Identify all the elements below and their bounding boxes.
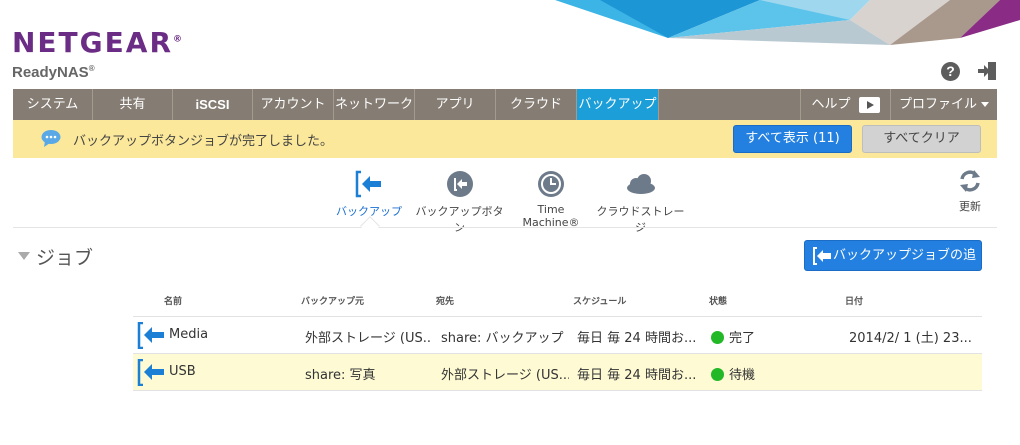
nav-profile-label: プロファイル	[898, 97, 977, 112]
nav-shares[interactable]: 共有	[93, 89, 173, 120]
add-backup-job-button[interactable]: バックアップジョブの追加	[804, 240, 982, 292]
brand-mark: ®	[173, 34, 182, 45]
nav-backup[interactable]: バックアップ	[577, 89, 659, 120]
tab-time-machine[interactable]: Time Machine®	[510, 170, 592, 229]
notification-bar: バックアップボタンジョブが完了しました。 すべて表示 (11) すべてクリア	[13, 120, 997, 158]
job-status: 待機	[711, 364, 839, 383]
logout-icon[interactable]	[976, 60, 998, 82]
speech-bubble-icon	[41, 130, 61, 147]
cloud-storage-icon	[626, 174, 655, 194]
table-row[interactable]: USB share: 写真 外部ストレージ (US... 毎日 毎 24 時間お…	[133, 354, 982, 391]
collapse-triangle-icon	[18, 251, 30, 260]
job-status-label: 完了	[729, 331, 756, 346]
nav-accounts[interactable]: アカウント	[253, 89, 334, 120]
table-row[interactable]: Media 外部ストレージ (US... share: バックアップ 毎日 毎 …	[133, 317, 982, 354]
nav-spacer	[659, 89, 801, 120]
product-mark: ®	[88, 64, 95, 73]
backup-add-icon	[813, 247, 831, 265]
netgear-logo: NETGEAR®	[12, 26, 182, 59]
col-header-source[interactable]: バックアップ元	[301, 294, 364, 307]
nav-iscsi[interactable]: iSCSI	[173, 89, 253, 120]
help-circle-icon[interactable]: ?	[941, 62, 960, 81]
nav-network[interactable]: ネットワーク	[334, 89, 415, 120]
nav-system[interactable]: システム	[13, 89, 93, 120]
chevron-down-icon	[981, 102, 989, 107]
nav-apps[interactable]: アプリ	[415, 89, 496, 120]
status-ok-dot-icon	[711, 331, 724, 344]
backup-job-icon	[137, 322, 164, 349]
job-date: 2014/2/ 1 (土) 23...	[849, 331, 972, 346]
tab-cloud-storage-label: クラウドストレージ	[596, 205, 685, 234]
job-status: 完了	[711, 327, 839, 346]
show-all-button[interactable]: すべて表示 (11)	[733, 125, 852, 153]
col-header-destination[interactable]: 宛先	[436, 294, 454, 307]
job-source: 外部ストレージ (US...	[305, 331, 431, 346]
backup-job-icon	[137, 359, 164, 386]
backup-icon	[355, 170, 381, 198]
time-machine-icon	[538, 171, 564, 197]
jobs-table-header: 名前 バックアップ元 宛先 スケジュール 状態 日付	[133, 288, 982, 317]
job-name: Media	[169, 327, 209, 342]
tab-backup[interactable]: バックアップ	[336, 170, 402, 219]
tabs-divider	[13, 227, 997, 228]
tab-backup-button-label: バックアップボタン	[415, 205, 504, 234]
status-ok-dot-icon	[711, 368, 724, 381]
tab-backup-button[interactable]: バックアップボタン	[412, 170, 507, 235]
jobs-section-header[interactable]: ジョブ	[18, 243, 93, 270]
job-status-label: 待機	[729, 368, 756, 383]
brand-name: NETGEAR	[12, 26, 173, 59]
tab-cloud-storage[interactable]: クラウドストレージ	[593, 170, 688, 235]
nav-cloud[interactable]: クラウド	[496, 89, 577, 120]
job-schedule: 毎日 毎 24 時間お...	[577, 368, 697, 383]
col-header-schedule[interactable]: スケジュール	[573, 294, 626, 307]
clear-all-button[interactable]: すべてクリア	[862, 125, 981, 153]
product-name: ReadyNAS®	[12, 64, 95, 81]
tab-time-machine-label: Time Machine®	[522, 203, 580, 229]
col-header-name[interactable]: 名前	[164, 294, 182, 307]
job-name: USB	[169, 364, 196, 379]
job-destination: share: バックアップ	[441, 331, 564, 346]
nav-help[interactable]: ヘルプ	[801, 89, 891, 120]
refresh-button[interactable]: 更新	[952, 168, 988, 214]
jobs-table: 名前 バックアップ元 宛先 スケジュール 状態 日付 Media 外部ストレージ…	[133, 288, 982, 391]
add-backup-job-label: バックアップジョブの追加	[833, 248, 977, 292]
job-source: share: 写真	[305, 368, 376, 383]
backup-button-icon	[446, 171, 473, 197]
col-header-date[interactable]: 日付	[845, 294, 863, 307]
col-header-status[interactable]: 状態	[709, 294, 727, 307]
backup-subtabs: バックアップ バックアップボタン Time Machine® クラウドストレージ	[0, 165, 1020, 234]
job-schedule: 毎日 毎 24 時間お...	[577, 331, 697, 346]
nav-help-label: ヘルプ	[811, 97, 851, 112]
play-video-icon	[858, 96, 880, 113]
job-destination: 外部ストレージ (US...	[441, 368, 569, 383]
nav-profile-menu[interactable]: プロファイル	[891, 89, 997, 120]
main-nav-bar: システム 共有 iSCSI アカウント ネットワーク アプリ クラウド バックア…	[13, 89, 997, 120]
notification-message: バックアップボタンジョブが完了しました。	[73, 134, 334, 149]
refresh-icon	[960, 170, 980, 192]
product-label: ReadyNAS	[12, 64, 89, 81]
refresh-label: 更新	[959, 200, 981, 213]
jobs-section-title: ジョブ	[36, 247, 94, 269]
